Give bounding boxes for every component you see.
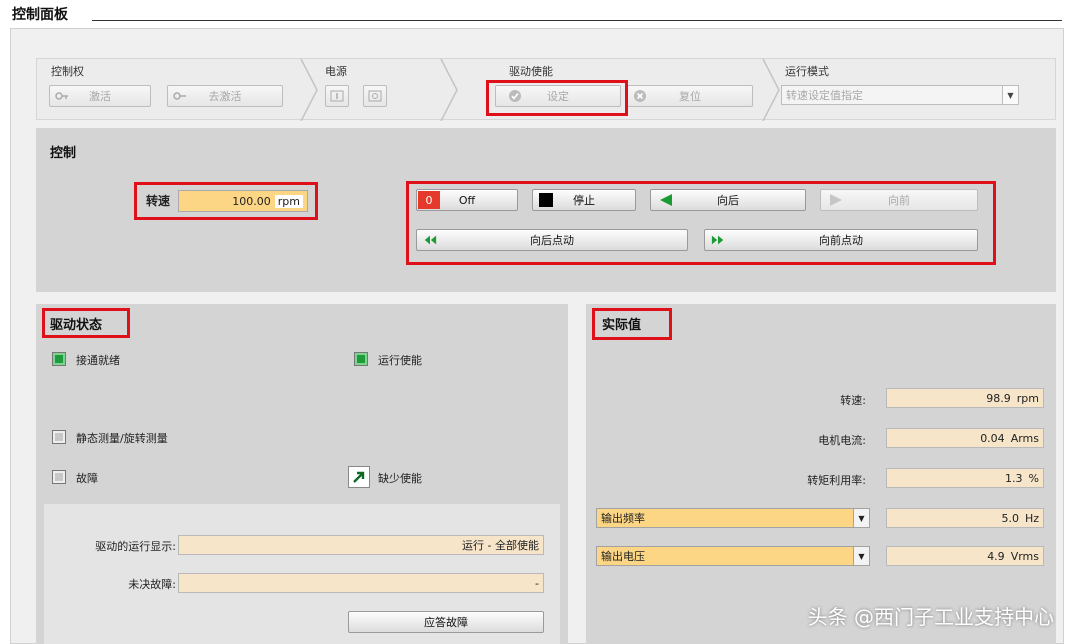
actual-speed-label: 转速: xyxy=(840,394,866,407)
run-mode-select[interactable]: 转速设定值指定 ▼ xyxy=(781,85,1019,105)
power-off-button[interactable] xyxy=(363,85,387,107)
torque-utilization-field: 1.3 % xyxy=(886,468,1044,488)
control-right-label: 控制权 xyxy=(51,65,84,78)
actual-speed-field: 98.9 rpm xyxy=(886,388,1044,408)
run-display-value: 运行 - 全部使能 xyxy=(462,539,539,552)
key-remove-icon xyxy=(173,89,187,103)
output-frequency-value: 5.0 xyxy=(1001,511,1019,525)
activate-button[interactable]: 激活 xyxy=(49,85,151,107)
pending-fault-label: 未决故障: xyxy=(128,578,176,591)
motor-current-unit: Arms xyxy=(1010,431,1039,445)
output-voltage-field: 4.9 Vrms xyxy=(886,546,1044,566)
ready-led xyxy=(52,352,66,366)
output-frequency-option: 输出频率 xyxy=(601,512,645,525)
reset-enable-label: 复位 xyxy=(679,90,701,103)
deactivate-button[interactable]: 去激活 xyxy=(167,85,283,107)
actual-speed-value: 98.9 xyxy=(986,391,1011,405)
highlight-speed xyxy=(134,182,318,220)
acknowledge-fault-label: 应答故障 xyxy=(424,616,468,629)
highlight-motion-buttons xyxy=(406,181,996,265)
power-on-button[interactable] xyxy=(325,85,349,107)
activate-label: 激活 xyxy=(89,90,111,103)
torque-utilization-label: 转矩利用率: xyxy=(807,474,866,487)
drive-details-box: 驱动的运行显示: 运行 - 全部使能 未决故障: - 应答故障 xyxy=(44,504,560,644)
output-voltage-option: 输出电压 xyxy=(601,550,645,563)
run-enable-led xyxy=(354,352,368,366)
watermark: 头条 @西门子工业支持中心 xyxy=(807,605,1054,629)
torque-utilization-unit: % xyxy=(1028,471,1039,485)
highlight-drive-status xyxy=(42,308,130,338)
run-mode-label: 运行模式 xyxy=(785,65,829,78)
torque-utilization-value: 1.3 xyxy=(1005,471,1023,485)
control-heading: 控制 xyxy=(50,146,77,161)
measure-label: 静态测量/旋转测量 xyxy=(76,432,168,445)
actual-speed-unit: rpm xyxy=(1016,391,1039,405)
output-frequency-unit: Hz xyxy=(1024,511,1039,525)
power-on-icon xyxy=(330,90,344,102)
run-display-field: 运行 - 全部使能 xyxy=(178,535,544,555)
fault-label: 故障 xyxy=(76,472,98,485)
page-title: 控制面板 xyxy=(12,7,68,23)
title-divider xyxy=(92,20,1062,21)
run-display-label: 驱动的运行显示: xyxy=(95,540,176,553)
fault-led xyxy=(52,470,66,484)
missing-enable-label: 缺少使能 xyxy=(378,472,422,485)
run-enable-label: 运行使能 xyxy=(378,354,422,367)
pending-fault-value: - xyxy=(535,576,539,590)
power-label: 电源 xyxy=(325,65,347,78)
acknowledge-fault-button[interactable]: 应答故障 xyxy=(348,611,544,633)
output-voltage-value: 4.9 xyxy=(987,549,1005,563)
chevron-down-icon[interactable]: ▼ xyxy=(853,509,869,527)
separator-chevron-icon xyxy=(440,59,458,121)
motor-current-field: 0.04 Arms xyxy=(886,428,1044,448)
separator-chevron-icon xyxy=(762,59,780,121)
output-frequency-select[interactable]: 输出频率 ▼ xyxy=(596,508,870,528)
measure-led xyxy=(52,430,66,444)
pending-fault-field: - xyxy=(178,573,544,593)
chevron-down-icon[interactable]: ▼ xyxy=(1002,86,1018,104)
key-icon xyxy=(55,89,69,103)
motor-current-label: 电机电流: xyxy=(818,434,866,447)
drive-enable-label: 驱动使能 xyxy=(509,65,553,78)
drive-status-section: 驱动状态 接通就绪 运行使能 静态测量/旋转测量 故障 缺少使能 驱动的运行显示… xyxy=(36,304,568,644)
motor-current-value: 0.04 xyxy=(980,431,1005,445)
reset-enable-button[interactable]: 复位 xyxy=(627,85,753,107)
missing-enable-arrow-icon xyxy=(348,466,370,488)
deactivate-label: 去激活 xyxy=(208,90,242,103)
ready-label: 接通就绪 xyxy=(76,354,120,367)
output-voltage-select[interactable]: 输出电压 ▼ xyxy=(596,546,870,566)
actual-values-section: 实际值 转速: 98.9 rpm 电机电流: 0.04 Arms 转矩利用率: … xyxy=(586,304,1056,644)
chevron-down-icon[interactable]: ▼ xyxy=(853,547,869,565)
power-off-icon xyxy=(368,90,382,102)
separator-chevron-icon xyxy=(300,59,318,121)
highlight-set-enable xyxy=(486,80,628,116)
output-voltage-unit: Vrms xyxy=(1010,549,1039,563)
output-frequency-field: 5.0 Hz xyxy=(886,508,1044,528)
highlight-actual-values xyxy=(592,308,672,340)
cancel-icon xyxy=(633,89,647,103)
run-mode-value: 转速设定值指定 xyxy=(786,89,863,102)
